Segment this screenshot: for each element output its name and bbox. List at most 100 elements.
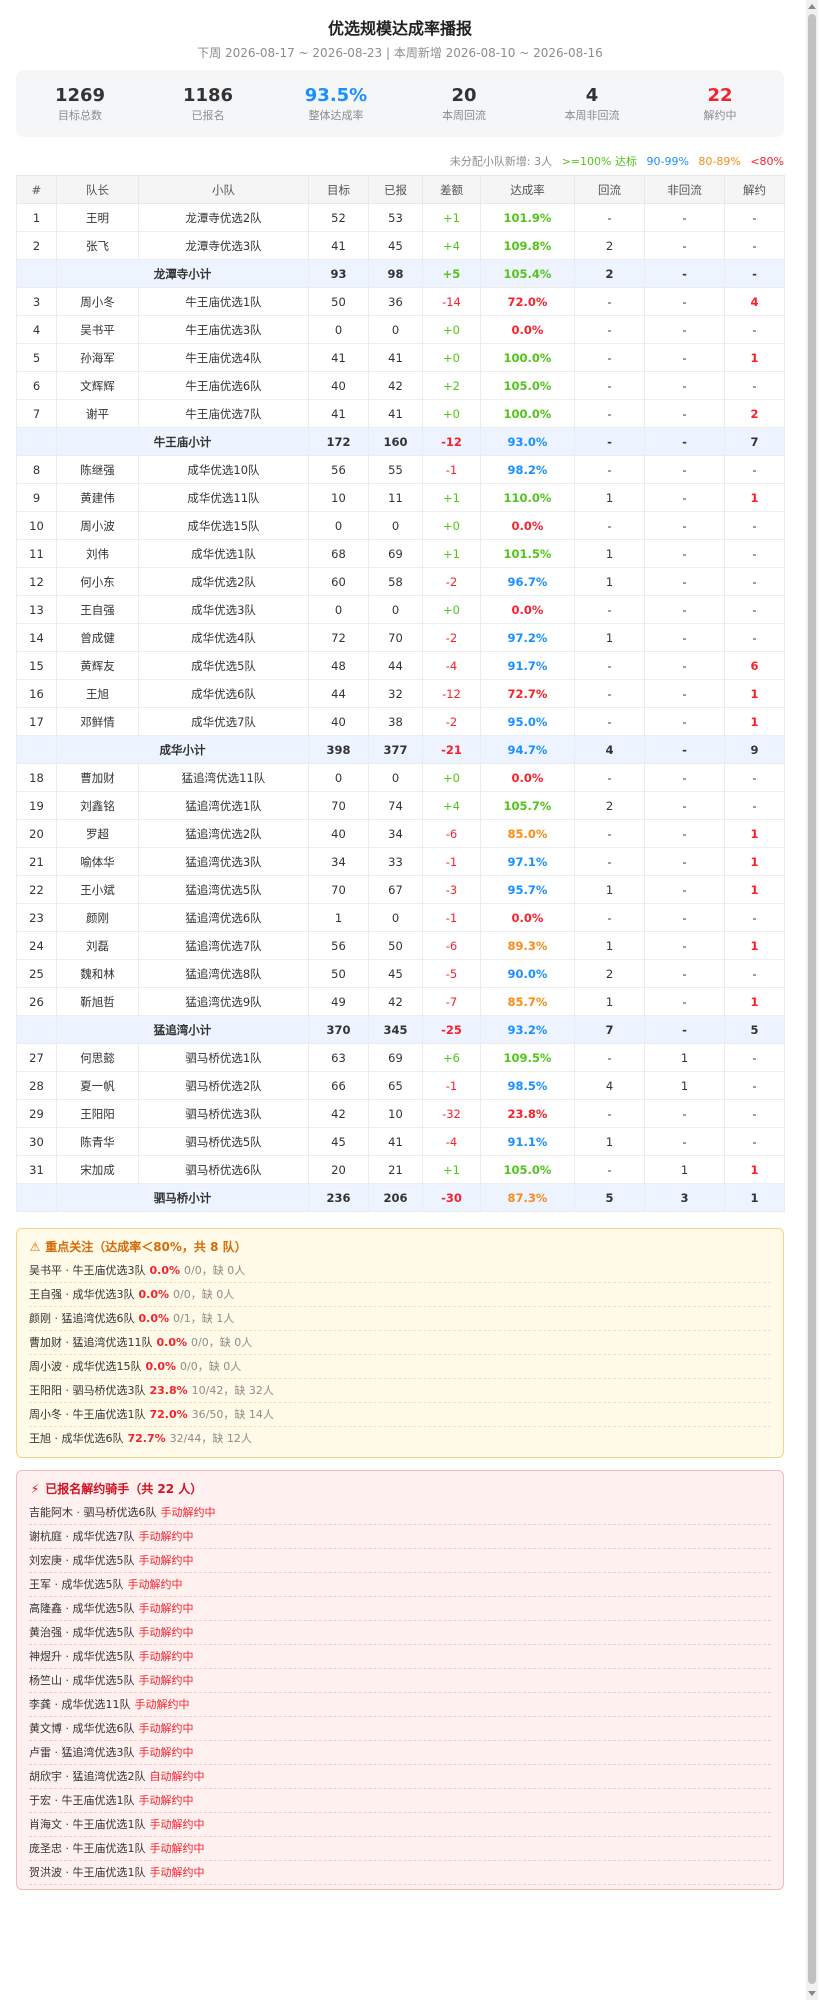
cell-rate: 93.2% [480,1015,575,1044]
cancel-item: 杨竺山 · 成华优选5队 手动解约中 [29,1669,771,1693]
cell-cancel: 1 [724,707,785,736]
cell-diff: -14 [422,287,481,316]
cell-back: 5 [574,1183,645,1212]
cell-team: 猛追湾优选1队 [138,791,309,820]
cell-cancel: 4 [724,287,785,316]
report-page: 优选规模达成率播报 下周 2026-08-17 ~ 2026-08-23 | 本… [16,0,785,1890]
focus-detail: 0/0，缺 0人 [180,1360,242,1373]
cell-leader: 夏一帆 [56,1071,139,1100]
legend-blue: 90-99% [646,155,689,168]
cell-rate: 95.0% [480,707,575,736]
cell-cancel: 1 [724,343,785,372]
cell-back: - [574,427,645,456]
cell-nonback: - [644,791,725,820]
cell-signed: 69 [368,1043,423,1072]
cell-nonback: - [644,1015,725,1044]
cell-cancel: - [724,371,785,400]
table-row: 11 刘伟 成华优选1队 68 69 +1 101.5% 1- - [16,539,785,568]
cancel-rider: 卢雷 · 猛追湾优选3队 [29,1746,135,1759]
cell-leader: 黄辉友 [56,651,139,680]
cell-cancel: 1 [724,931,785,960]
cell-cancel: - [724,511,785,540]
table-row: 20 罗超 猛追湾优选2队 40 34 -6 85.0% - -1 [16,819,785,848]
cancel-status: 手动解约中 [160,1506,216,1519]
cell-target: 56 [308,931,369,960]
cell-cancel: - [724,595,785,624]
cancel-status: 自动解约中 [149,1770,205,1783]
cell-diff: -2 [422,623,481,652]
focus-team: 周小波 · 成华优选15队 [29,1360,142,1373]
cell-diff: -4 [422,1127,481,1156]
cell-signed: 33 [368,847,423,876]
cell-rate: 93.0% [480,427,575,456]
focus-item: 吴书平 · 牛王庙优选3队 0.0% 0/0，缺 0人 [29,1259,771,1283]
scroll-up-arrow-icon[interactable] [808,4,816,9]
cell-diff: +4 [422,231,481,260]
cancel-item: 王军 · 成华优选5队 手动解约中 [29,1573,771,1597]
cell-cancel: - [724,763,785,792]
cell-signed: 50 [368,931,423,960]
cell-team: 牛王庙优选4队 [138,343,309,372]
cancel-item: 黄治强 · 成华优选5队 手动解约中 [29,1621,771,1645]
cell-signed: 38 [368,707,423,736]
column-header: 目标 [308,175,369,204]
cell-back: - [574,287,645,316]
cancel-item: 胡欣宇 · 猛追湾优选2队 自动解约中 [29,1765,771,1789]
cell-empty [16,259,57,288]
cell-diff: +1 [422,1155,481,1184]
table-row: 27 何思懿 驷马桥优选1队 63 69 +6 109.5% -1- [16,1043,785,1072]
vertical-scrollbar[interactable] [806,0,818,2000]
cell-nonback: - [644,287,725,316]
focus-item: 王自强 · 成华优选3队 0.0% 0/0，缺 0人 [29,1283,771,1307]
table-row: 4 吴书平 牛王庙优选3队 0 0 +0 0.0% - - - [16,315,785,344]
focus-rate: 0.0% [156,1336,188,1349]
cell-nonback: 3 [644,1183,725,1212]
cell-nonback: - [644,259,725,288]
cell-team: 驷马桥小计 [56,1183,309,1212]
cell-leader: 王小斌 [56,875,139,904]
cell-signed: 345 [368,1015,423,1044]
cell-cancel: 1 [724,679,785,708]
cell-target: 93 [308,259,369,288]
table-row: 25 魏和林 猛追湾优选8队 50 45 -5 90.0% 2- - [16,959,785,988]
cell-team: 猛追湾小计 [56,1015,309,1044]
cell-cancel: - [724,231,785,260]
cancel-status: 手动解约中 [149,1866,205,1879]
cell-target: 20 [308,1155,369,1184]
cell-back: - [574,1155,645,1184]
cell-rate: 95.7% [480,875,575,904]
scroll-down-arrow-icon[interactable] [808,1991,816,1996]
cell-back: - [574,763,645,792]
cell-target: 398 [308,735,369,764]
cancel-status: 手动解约中 [138,1530,194,1543]
focus-team: 王阳阳 · 驷马桥优选3队 [29,1384,146,1397]
cell-no: 15 [16,651,57,680]
cell-leader: 刘伟 [56,539,139,568]
table-row: 31 宋加成 驷马桥优选6队 20 21 +1 105.0% -1 1 [16,1155,785,1184]
cell-team: 龙潭寺优选2队 [138,203,309,232]
cell-back: - [574,651,645,680]
cell-diff: -2 [422,707,481,736]
scrollbar-thumb[interactable] [808,14,816,1984]
cell-team: 成华优选4队 [138,623,309,652]
table-row: 16 王旭 成华优选6队 44 32 -12 72.7% - -1 [16,679,785,708]
cell-nonback: - [644,231,725,260]
table-row: 18 曹加财 猛追湾优选11队 0 0 +0 0.0% - - - [16,763,785,792]
cell-team: 猛追湾优选11队 [138,763,309,792]
cell-team: 成华优选2队 [138,567,309,596]
cell-back: - [574,1099,645,1128]
cell-nonback: - [644,315,725,344]
table-row: 17 邓鲜情 成华优选7队 40 38 -2 95.0% - -1 [16,707,785,736]
focus-item: 周小波 · 成华优选15队 0.0% 0/0，缺 0人 [29,1355,771,1379]
cancel-rider: 刘宏庚 · 成华优选5队 [29,1554,135,1567]
focus-detail: 0/0，缺 0人 [173,1288,235,1301]
cell-no: 11 [16,539,57,568]
cancel-rider: 谢杭庭 · 成华优选7队 [29,1530,135,1543]
cell-leader: 王阳阳 [56,1099,139,1128]
cell-target: 41 [308,231,369,260]
cell-target: 45 [308,1127,369,1156]
cell-diff: +2 [422,371,481,400]
cell-rate: 101.5% [480,539,575,568]
column-header: 非回流 [644,175,725,204]
cell-back: 1 [574,875,645,904]
